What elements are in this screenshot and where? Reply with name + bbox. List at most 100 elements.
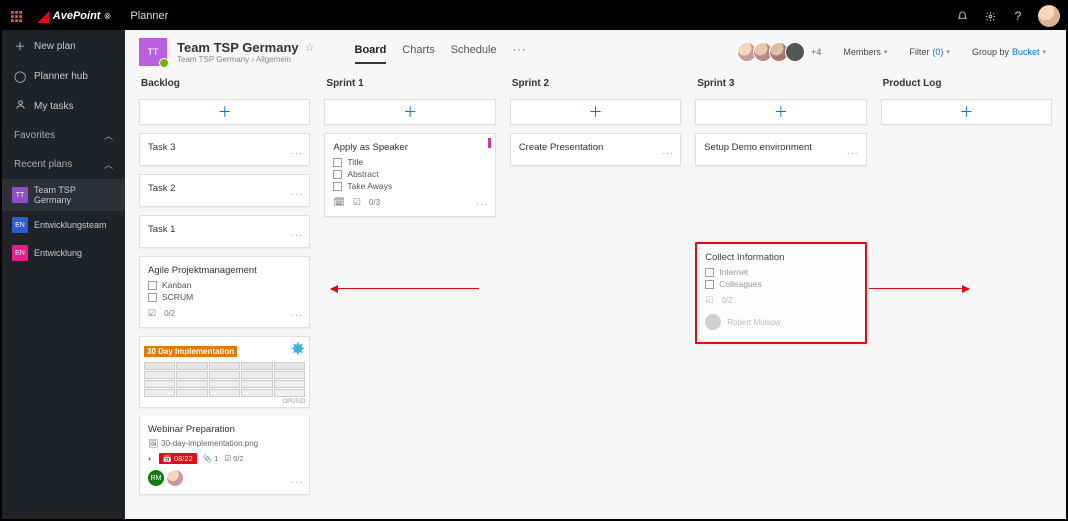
my-tasks-link[interactable]: My tasks xyxy=(2,91,125,121)
help-icon[interactable]: ? xyxy=(1004,2,1032,30)
brand-name: AvePoint xyxy=(53,10,101,22)
chevron-down-icon: ▾ xyxy=(946,48,950,56)
favorites-label: Favorites xyxy=(14,130,55,141)
hub-icon: ◯ xyxy=(14,70,26,83)
task-card[interactable]: Setup Demo environment ··· xyxy=(695,133,866,166)
add-task-button[interactable]: ＋ xyxy=(324,99,495,125)
card-menu-icon[interactable]: ··· xyxy=(476,199,489,210)
plan-icon[interactable]: TT xyxy=(139,38,167,66)
plan-link-entwicklungsteam[interactable]: EN Entwicklungsteam xyxy=(2,211,125,239)
plan-link-entwicklung[interactable]: EN Entwicklung xyxy=(2,239,125,267)
new-plan-label: New plan xyxy=(34,41,76,52)
card-menu-icon[interactable]: ··· xyxy=(661,148,674,159)
bucket-title[interactable]: Backlog xyxy=(139,76,310,91)
card-title: Task 3 xyxy=(148,142,301,153)
user-avatar[interactable] xyxy=(1038,5,1060,27)
planner-hub-link[interactable]: ◯ Planner hub xyxy=(2,62,125,91)
chevron-down-icon: ▾ xyxy=(1042,48,1046,56)
checkbox-icon[interactable] xyxy=(333,170,342,179)
tab-schedule[interactable]: Schedule xyxy=(451,40,497,64)
app-launcher-icon[interactable] xyxy=(2,2,30,30)
due-date-badge: 📅 08/22 xyxy=(159,453,197,464)
main-area: TT Team TSP Germany ☆ Team TSP Germany ›… xyxy=(125,30,1066,519)
bucket-sprint1: Sprint 1 ＋ Apply as Speaker Title Abstra… xyxy=(324,76,495,509)
card-title: Collect Information xyxy=(705,252,856,263)
card-title: Setup Demo environment xyxy=(704,142,857,153)
favorites-section[interactable]: Favorites ︿ xyxy=(2,121,125,150)
filter-dropdown[interactable]: Filter (0) ▾ xyxy=(903,47,956,57)
bucket-title[interactable]: Sprint 3 xyxy=(695,76,866,91)
bucket-backlog: Backlog ＋ Task 3 ··· Task 2 ··· Task 1 ·… xyxy=(139,76,310,509)
plan-title: Team TSP Germany xyxy=(177,40,299,55)
plan-chip-icon: TT xyxy=(12,187,28,203)
card-menu-icon[interactable]: ··· xyxy=(847,148,860,159)
new-plan-button[interactable]: ＋ New plan xyxy=(2,30,125,62)
tab-board[interactable]: Board xyxy=(355,40,387,64)
task-card-agile[interactable]: Agile Projektmanagement Kanban SCRUM ☑ 0… xyxy=(139,256,310,328)
card-title: Webinar Preparation xyxy=(148,424,301,435)
card-image-preview[interactable]: 30 Day Implementation ✸ OPUS|D xyxy=(139,336,310,408)
checklist-icon: ☑ 0/2 xyxy=(224,454,243,463)
card-menu-icon[interactable]: ··· xyxy=(290,148,303,159)
breadcrumb[interactable]: Team TSP Germany › Allgemein xyxy=(177,55,315,64)
card-title: Agile Projektmanagement xyxy=(148,265,301,276)
checklist-progress: 0/2 xyxy=(164,309,175,318)
checkbox-icon[interactable] xyxy=(333,182,342,191)
members-dropdown[interactable]: Members▾ xyxy=(837,47,893,57)
calendar-icon: 🗓 xyxy=(333,197,344,208)
plan-link-label: Team TSP Germany xyxy=(34,185,115,205)
members-stack[interactable]: +4 xyxy=(741,42,827,62)
planner-hub-label: Planner hub xyxy=(34,71,88,82)
task-card-speaker[interactable]: Apply as Speaker Title Abstract Take Awa… xyxy=(324,133,495,217)
priority-indicator-icon xyxy=(488,138,491,148)
board: Backlog ＋ Task 3 ··· Task 2 ··· Task 1 ·… xyxy=(125,70,1066,519)
task-card[interactable]: Task 3 ··· xyxy=(139,133,310,166)
add-task-button[interactable]: ＋ xyxy=(695,99,866,125)
task-card[interactable]: Task 2 ··· xyxy=(139,174,310,207)
card-title: Apply as Speaker xyxy=(333,142,486,153)
card-menu-icon[interactable]: ··· xyxy=(290,189,303,200)
bucket-title[interactable]: Sprint 1 xyxy=(324,76,495,91)
tab-more[interactable]: ··· xyxy=(513,40,527,64)
task-card-collect-info[interactable]: Collect Information Internet Colleagues … xyxy=(695,242,866,344)
chevron-up-icon: ︿ xyxy=(104,158,113,171)
add-task-button[interactable]: ＋ xyxy=(139,99,310,125)
checkbox-icon[interactable] xyxy=(148,281,157,290)
bucket-title[interactable]: Sprint 2 xyxy=(510,76,681,91)
app-name[interactable]: Planner xyxy=(118,10,180,22)
assignee-name: Robert Mulsow xyxy=(727,318,780,327)
checkbox-icon[interactable] xyxy=(705,268,714,277)
image-watermark: OPUS|D xyxy=(283,399,306,405)
bucket-sprint2: Sprint 2 ＋ Create Presentation ··· xyxy=(510,76,681,509)
group-by-dropdown[interactable]: Group by Bucket ▾ xyxy=(966,47,1052,57)
checkbox-icon[interactable] xyxy=(148,293,157,302)
task-card[interactable]: Create Presentation ··· xyxy=(510,133,681,166)
add-task-button[interactable]: ＋ xyxy=(881,99,1052,125)
task-card[interactable]: Task 1 ··· xyxy=(139,215,310,248)
card-menu-icon[interactable]: ··· xyxy=(290,230,303,241)
checkbox-icon[interactable] xyxy=(333,158,342,167)
checkbox-icon[interactable] xyxy=(705,280,714,289)
side-nav: ＋ New plan ◯ Planner hub My tasks Favori… xyxy=(2,30,125,519)
tab-charts[interactable]: Charts xyxy=(402,40,434,64)
recent-plans-section[interactable]: Recent plans ︿ xyxy=(2,150,125,179)
attachment-name: 30-day-implementation.png xyxy=(161,439,258,448)
card-menu-icon[interactable]: ··· xyxy=(290,310,303,321)
card-menu-icon[interactable]: ··· xyxy=(290,477,303,488)
settings-gear-icon[interactable] xyxy=(976,2,1004,30)
member-avatar xyxy=(785,42,805,62)
person-icon xyxy=(14,99,26,113)
assignee-avatar xyxy=(167,470,183,486)
assignee-avatar xyxy=(705,314,721,330)
burst-icon: ✸ xyxy=(290,339,305,360)
task-card-webinar[interactable]: Webinar Preparation 🖼 30-day-implementat… xyxy=(139,416,310,495)
top-bar: ◢ AvePoint® Planner ? xyxy=(2,2,1066,30)
notifications-icon[interactable] xyxy=(948,2,976,30)
add-task-button[interactable]: ＋ xyxy=(510,99,681,125)
plus-icon: ＋ xyxy=(14,38,26,54)
plan-link-team-tsp[interactable]: TT Team TSP Germany xyxy=(2,179,125,211)
favorite-star-icon[interactable]: ☆ xyxy=(305,41,315,54)
card-title: Task 2 xyxy=(148,183,301,194)
bucket-title[interactable]: Product Log xyxy=(881,76,1052,91)
annotation-arrow-left-icon xyxy=(331,288,479,289)
